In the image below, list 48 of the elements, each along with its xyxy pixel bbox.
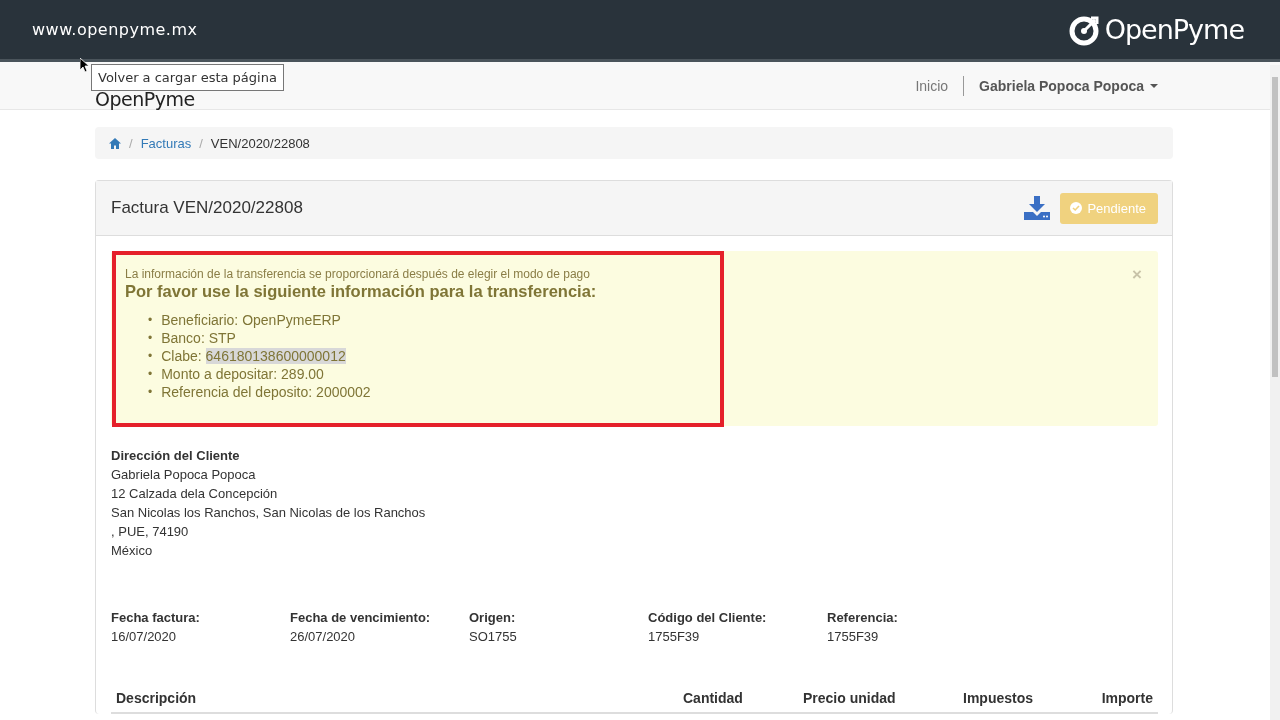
download-icon[interactable] [1024, 196, 1051, 220]
bullet: • [148, 330, 153, 347]
bullet: • [148, 366, 153, 383]
nav-link[interactable]: Inicio [900, 77, 964, 94]
site-url: www.openpyme.mx [32, 20, 198, 39]
field-label: Fecha factura: [111, 609, 201, 627]
address-line: San Nicolas los Ranchos, San Nicolas de los Ranchos [111, 504, 427, 522]
field-label: Origen: [469, 609, 517, 627]
invoice-title: Factura VEN/2020/22808 [111, 198, 303, 218]
breadcrumb-link[interactable]: Facturas [140, 135, 192, 151]
transfer-detail: Monto a depositar: 289.00 [160, 365, 325, 383]
breadcrumb-separator: / [199, 135, 203, 151]
address-line: México [111, 542, 154, 560]
address-title: Dirección del Cliente [111, 447, 241, 465]
column-header: Precio unidad [803, 690, 897, 706]
address-line: , PUE, 74190 [111, 523, 190, 541]
column-header: Cantidad [683, 690, 744, 706]
check-circle-icon [1070, 202, 1083, 214]
breadcrumb-current[interactable]: VEN/2020/22808 [210, 135, 310, 151]
field-value: 1755F39 [648, 628, 701, 646]
transfer-detail: Banco: STP [160, 329, 237, 347]
address-line: Gabriela Popoca Popoca [111, 466, 257, 484]
field-value: 16/07/2020 [111, 628, 178, 646]
home-icon[interactable] [109, 137, 121, 149]
transfer-detail: Clabe: 646180138600000012 [160, 347, 347, 365]
alert-heading: Por favor use la siguiente información para la transferencia: [125, 282, 598, 301]
column-header: Importe [1100, 690, 1153, 706]
tooltip: Volver a cargar esta página [91, 64, 284, 91]
bullet: • [148, 348, 153, 365]
field-label: Código del Cliente: [648, 609, 768, 627]
transfer-detail: Referencia del deposito: 2000002 [160, 383, 372, 401]
address-line: 12 Calzada dela Concepción [111, 485, 279, 503]
navbar-brand[interactable]: OpenPyme [95, 89, 195, 109]
nav-link[interactable]: Gabriela Popoca Popoca [964, 77, 1173, 94]
status-badge: Pendiente [1060, 192, 1158, 224]
bullet: • [148, 312, 153, 329]
brand-logo: OpenPyme [1104, 14, 1244, 45]
transfer-detail: Beneficiario: OpenPymeERP [160, 311, 342, 329]
column-header: Impuestos [963, 690, 1034, 706]
alert-note: La información de la transferencia se proporcionará después de elegir el modo de pago [125, 267, 590, 281]
breadcrumb-separator: / [129, 135, 133, 151]
column-header: Descripción [116, 690, 198, 706]
bullet: • [148, 384, 153, 401]
field-value: 1755F39 [827, 628, 880, 646]
field-value: 26/07/2020 [290, 628, 357, 646]
field-label: Fecha de vencimiento: [290, 609, 432, 627]
field-value: SO1755 [469, 628, 518, 646]
field-label: Referencia: [827, 609, 899, 627]
